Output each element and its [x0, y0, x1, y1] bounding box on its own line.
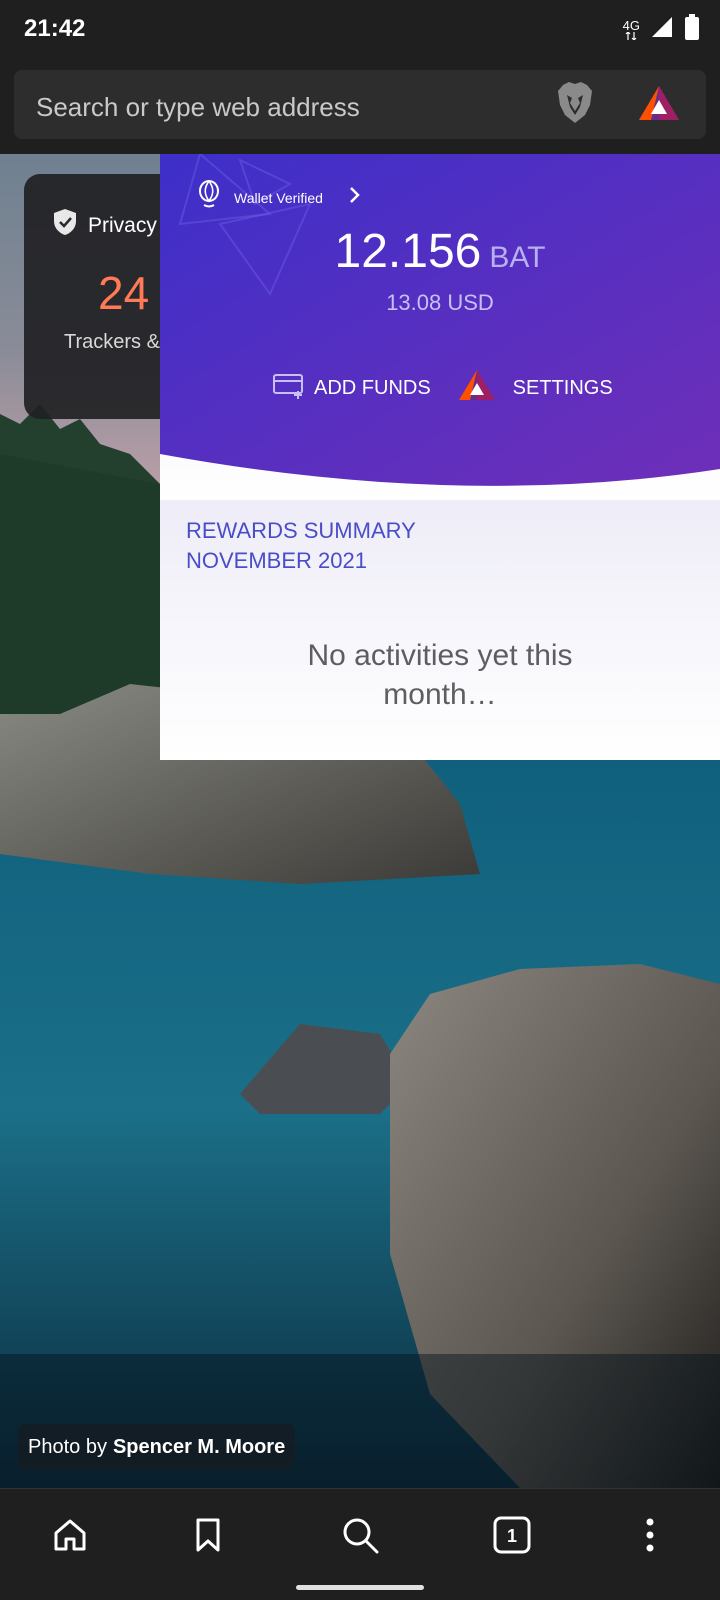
balance-row: 12.156 BAT	[160, 224, 720, 279]
summary-title-line2: NOVEMBER 2021	[186, 548, 367, 573]
rewards-summary-title: REWARDS SUMMARY NOVEMBER 2021	[186, 516, 416, 576]
home-icon	[52, 1517, 88, 1558]
bat-logo-icon	[457, 368, 497, 408]
photo-credit[interactable]: Photo by Spencer M. Moore	[18, 1424, 296, 1470]
photo-credit-name: Spencer M. Moore	[112, 1435, 286, 1458]
battery-icon	[684, 14, 700, 45]
status-time: 21:42	[24, 15, 86, 42]
add-funds-button[interactable]: ADD FUNDS	[272, 371, 431, 405]
bookmark-icon	[193, 1517, 223, 1558]
summary-title-line1: REWARDS SUMMARY	[186, 518, 416, 543]
chevron-right-icon	[349, 186, 361, 209]
4g-signal-icon: 4G	[623, 19, 640, 40]
status-bar: 21:42 4G	[0, 0, 720, 60]
brave-rewards-button[interactable]	[636, 84, 682, 126]
rewards-panel: Wallet Verified 12.156 BAT 13.08 USD ADD …	[160, 154, 720, 760]
search-button[interactable]	[332, 1509, 388, 1565]
uphold-icon	[198, 179, 220, 215]
add-funds-label: ADD FUNDS	[314, 376, 431, 399]
menu-icon	[645, 1518, 655, 1557]
balance-amount: 12.156	[334, 225, 482, 278]
search-icon	[340, 1515, 380, 1560]
gesture-navigation-bar[interactable]	[296, 1585, 424, 1590]
bat-triangle-icon	[637, 84, 681, 127]
tabs-icon: 1	[493, 1516, 531, 1559]
bookmarks-button[interactable]	[180, 1509, 236, 1565]
tabs-button[interactable]: 1	[484, 1509, 540, 1565]
settings-label: SETTINGS	[512, 376, 613, 399]
trackers-count: 24	[98, 267, 150, 319]
rewards-actions: ADD FUNDS SETTINGS	[272, 368, 613, 408]
url-area: Search or type web address	[0, 60, 720, 154]
overflow-menu-button[interactable]	[622, 1509, 678, 1565]
empty-message-text: No activities yet this month…	[307, 639, 573, 711]
brave-lion-icon	[555, 81, 595, 130]
balance-unit: BAT	[489, 241, 546, 274]
home-button[interactable]	[42, 1509, 98, 1565]
brave-shields-button[interactable]	[552, 81, 598, 130]
shield-check-icon	[52, 208, 78, 241]
wallet-status-row[interactable]: Wallet Verified	[198, 179, 361, 215]
add-funds-icon	[272, 371, 306, 405]
photo-credit-prefix: Photo by	[28, 1435, 107, 1458]
wallet-status: Wallet Verified	[234, 189, 323, 206]
tab-count: 1	[507, 1526, 517, 1546]
status-icons: 4G	[623, 14, 700, 45]
bottom-toolbar: 1	[0, 1488, 720, 1600]
privacy-title: Privacy	[88, 214, 157, 237]
settings-button[interactable]: SETTINGS	[457, 368, 613, 408]
empty-activities-message: No activities yet this month…	[160, 636, 720, 714]
network-label: 4G	[622, 18, 640, 33]
fiat-value: 13.08 USD	[386, 290, 494, 315]
cell-signal-icon	[650, 15, 674, 44]
url-placeholder[interactable]: Search or type web address	[36, 92, 360, 123]
url-bar[interactable]: Search or type web address	[14, 70, 706, 139]
